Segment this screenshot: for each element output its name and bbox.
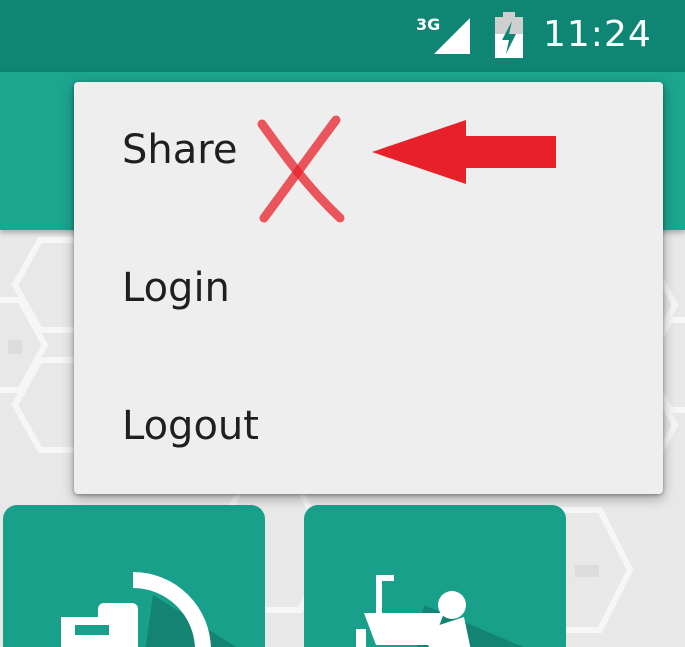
plumber-icon: [356, 575, 524, 647]
electrician-tile[interactable]: [3, 505, 265, 647]
battery-charging-icon: [495, 12, 523, 58]
plumber-tile[interactable]: [304, 505, 566, 647]
red-arrow-left-icon: [372, 120, 556, 184]
network-type-label: 3G: [416, 15, 440, 34]
menu-item-logout[interactable]: Logout: [74, 358, 663, 495]
red-x-mark-icon: [257, 115, 345, 223]
menu-item-login[interactable]: Login: [74, 220, 663, 357]
status-bar: 3G 11:24: [0, 0, 685, 72]
cellular-signal-icon: 3G: [416, 15, 470, 54]
power-plug-icon: [61, 572, 237, 647]
status-time: 11:24: [543, 14, 652, 55]
